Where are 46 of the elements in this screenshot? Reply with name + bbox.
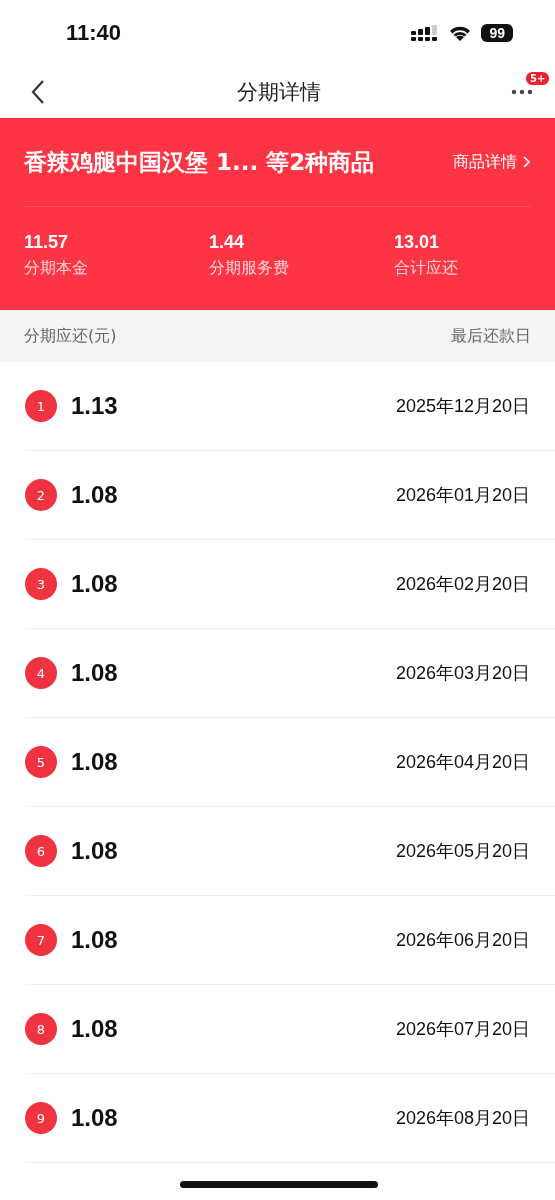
installment-amount: 1.08 [71,837,118,865]
installment-number: 8 [25,1013,57,1045]
installment-amount: 1.08 [71,926,118,954]
column-header: 分期应还(元) [24,325,117,347]
due-date: 2026年03月20日 [395,662,530,685]
back-icon[interactable] [30,79,46,105]
installment-amount: 1.08 [71,1104,118,1132]
due-date: 2026年06月20日 [395,929,530,952]
page-title: 分期详情 [236,79,321,106]
installment-number: 4 [25,657,57,689]
installment-number: 5 [25,746,57,778]
status-time: 11:40 [66,20,122,46]
installment-number: 3 [25,568,57,600]
installment-number: 1 [25,390,57,422]
due-date: 2025年12月20日 [395,395,530,418]
column-header: 最后还款日 [451,325,531,347]
due-date: 2026年01月20日 [395,484,530,507]
installment-amount: 1.08 [71,659,118,687]
stat-label: 分期本金 [24,258,88,279]
installment-number: 2 [25,479,57,511]
installment-number: 7 [25,924,57,956]
stat-value: 1.44 [209,232,245,253]
installment-number: 6 [25,835,57,867]
stat-value: 11.57 [24,232,69,253]
installment-amount: 1.13 [71,392,118,420]
signal-icon [411,25,440,41]
installment-amount: 1.08 [71,1015,118,1043]
chevron-icon [522,155,531,169]
more-icon[interactable] [511,89,533,95]
stat-value: 13.01 [394,232,440,253]
notification-badge: 5+ [525,71,551,86]
installment-amount: 1.08 [71,570,118,598]
due-date: 2026年05月20日 [395,840,530,863]
stat-label: 合计应还 [394,258,458,279]
installment-amount: 1.08 [71,481,118,509]
stat-label: 分期服务费 [209,258,289,279]
installment-amount: 1.08 [71,748,118,776]
due-date: 2026年07月20日 [395,1018,530,1041]
wifi-icon [448,24,473,42]
due-date: 2026年04月20日 [395,751,530,774]
installment-number: 9 [25,1102,57,1134]
product-title: 香辣鸡腿中国汉堡 1... 等2种商品 [24,147,375,177]
due-date: 2026年08月20日 [395,1107,530,1130]
product-details-link[interactable]: 商品详情 [453,151,531,173]
due-date: 2026年02月20日 [395,573,530,596]
battery-icon: 99 [481,24,513,42]
